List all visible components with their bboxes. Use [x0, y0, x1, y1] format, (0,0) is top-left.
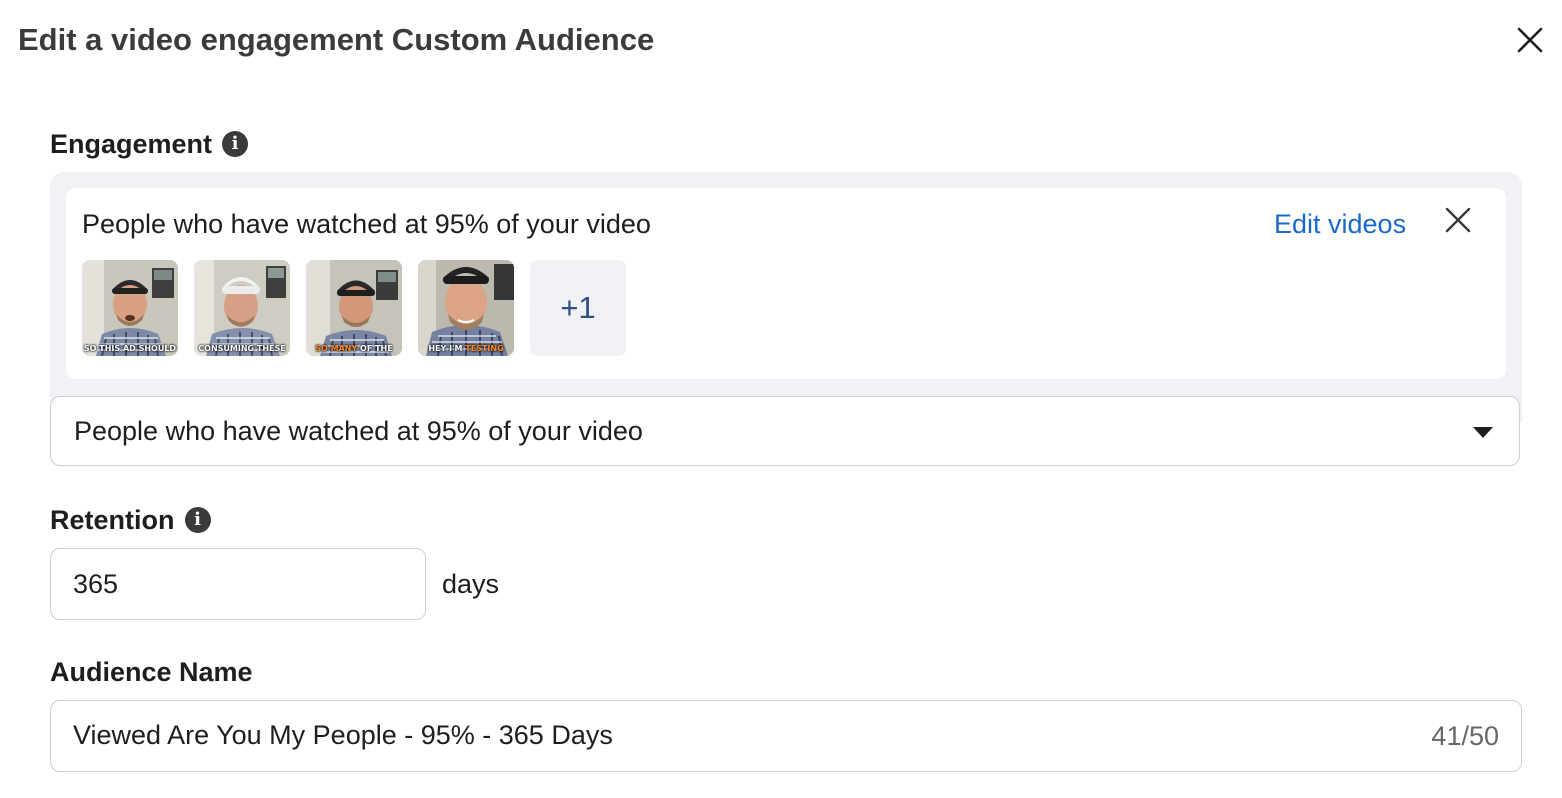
engagement-label: Engagement [50, 129, 213, 159]
thumbnail-caption: HEY I'M TESTING [428, 344, 504, 353]
audience-name-field: 41/50 [50, 700, 1522, 772]
video-thumbnail-image [82, 260, 178, 356]
video-thumbnails: SO THIS AD SHOULD CONSUMING THESE SO MAN… [82, 260, 626, 356]
engagement-type-select[interactable]: People who have watched at 95% of your v… [50, 396, 1520, 466]
video-thumbnail[interactable]: SO THIS AD SHOULD [82, 260, 178, 356]
engagement-label-row: Engagement i [50, 127, 249, 161]
edit-videos-link[interactable]: Edit videos [1274, 206, 1406, 242]
video-thumbnail-image [418, 260, 514, 356]
thumbnail-caption: SO MANY OF THE [315, 344, 393, 353]
retention-label-row: Retention i [50, 503, 211, 537]
thumbnail-caption: SO THIS AD SHOULD [83, 344, 177, 353]
more-videos-button[interactable]: +1 [530, 260, 626, 356]
remove-rule-button[interactable] [1442, 204, 1474, 236]
character-count: 41/50 [1431, 721, 1499, 751]
video-thumbnail[interactable]: CONSUMING THESE [194, 260, 290, 356]
video-thumbnail-image [194, 260, 290, 356]
dialog-close-button[interactable] [1508, 20, 1552, 64]
caret-down-icon [1473, 427, 1493, 438]
thumbnail-caption: CONSUMING THESE [198, 344, 286, 353]
engagement-rule-card: People who have watched at 95% of your v… [66, 188, 1506, 379]
close-icon [1517, 27, 1543, 53]
retention-days-input[interactable] [50, 548, 426, 620]
audience-name-label: Audience Name [50, 657, 253, 687]
info-icon[interactable]: i [222, 131, 249, 157]
engagement-type-value: People who have watched at 95% of your v… [74, 416, 643, 446]
close-icon [1445, 207, 1471, 233]
custom-audience-dialog: Edit a video engagement Custom Audience … [0, 0, 1562, 798]
video-thumbnail[interactable]: HEY I'M TESTING [418, 260, 514, 356]
dialog-title: Edit a video engagement Custom Audience [18, 22, 655, 57]
video-thumbnail[interactable]: SO MANY OF THE [306, 260, 402, 356]
video-thumbnail-image [306, 260, 402, 356]
audience-name-input[interactable] [73, 701, 1393, 770]
retention-unit-label: days [442, 569, 500, 599]
audience-name-label-row: Audience Name [50, 655, 253, 689]
engagement-rule-title: People who have watched at 95% of your v… [82, 209, 651, 239]
engagement-panel: People who have watched at 95% of your v… [50, 172, 1522, 422]
retention-label: Retention [50, 505, 175, 535]
info-icon[interactable]: i [184, 507, 211, 533]
